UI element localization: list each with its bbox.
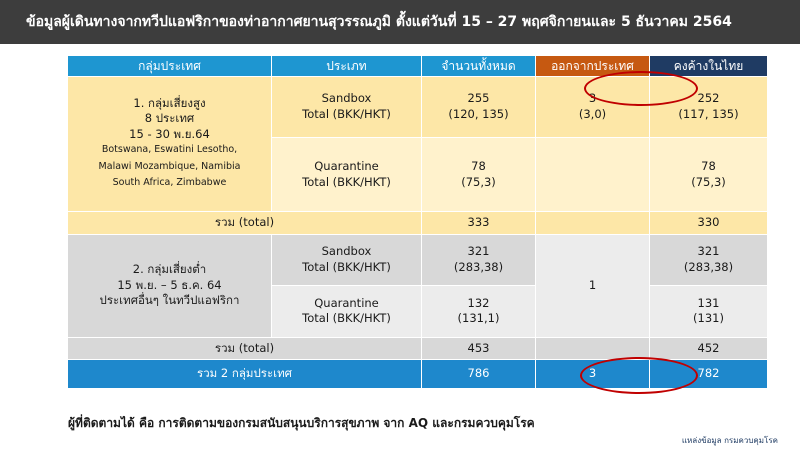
source-note: แหล่งข้อมูล กรมควบคุมโรค — [681, 436, 778, 445]
group2-quarantine-remain: 131 (131) — [649, 285, 768, 338]
header-type: ประเภท — [271, 55, 422, 77]
group2-sum-out — [535, 336, 650, 361]
header-total: จำนวนทั้งหมด — [421, 55, 536, 77]
grand-out: 3 — [535, 359, 650, 389]
group2-sandbox-type: Sandbox Total (BKK/HKT) — [271, 233, 422, 287]
group2-sandbox-remain: 321 (283,38) — [649, 233, 768, 287]
header-out: ออกจากประเทศ — [535, 55, 650, 77]
group1-quarantine-type: Quarantine Total (BKK/HKT) — [271, 137, 422, 213]
grand-label: รวม 2 กลุ่มประเทศ — [67, 359, 422, 389]
header-row: กลุ่มประเทศ ประเภท จำนวนทั้งหมด ออกจากปร… — [67, 55, 768, 77]
table-row: 2. กลุ่มเสี่ยงต่ำ 15 พ.ย. – 5 ธ.ค. 64 ปร… — [67, 233, 768, 338]
table-row: 1. กลุ่มเสี่ยงสูง 8 ประเทศ 15 - 30 พ.ย.6… — [67, 75, 768, 213]
group1-quarantine-total: 78 (75,3) — [421, 137, 536, 213]
table-row: รวม 2 กลุ่มประเทศ 786 3 782 — [67, 359, 768, 389]
group2-sum-remain: 452 — [649, 336, 768, 361]
grand-total: 786 — [421, 359, 536, 389]
group1-sum-out — [535, 211, 650, 235]
group1-sum-label: รวม (total) — [67, 211, 422, 235]
group1-sum-total: 333 — [421, 211, 536, 235]
group1-label: 1. กลุ่มเสี่ยงสูง 8 ประเทศ 15 - 30 พ.ย.6… — [67, 75, 272, 213]
group2-sum-label: รวม (total) — [67, 336, 422, 361]
group1-sandbox-out: 3 (3,0) — [535, 75, 650, 139]
travelers-table: กลุ่มประเทศ ประเภท จำนวนทั้งหมด ออกจากปร… — [67, 55, 768, 389]
group2-quarantine-type: Quarantine Total (BKK/HKT) — [271, 285, 422, 338]
table-row: รวม (total) 333 330 — [67, 211, 768, 235]
group1-sandbox-type: Sandbox Total (BKK/HKT) — [271, 75, 422, 139]
group2-sandbox-total: 321 (283,38) — [421, 233, 536, 287]
table-row: รวม (total) 453 452 — [67, 336, 768, 361]
group2-sum-total: 453 — [421, 336, 536, 361]
header-remain: คงค้างในไทย — [649, 55, 768, 77]
header-group: กลุ่มประเทศ — [67, 55, 272, 77]
group2-quarantine-total: 132 (131,1) — [421, 285, 536, 338]
grand-remain: 782 — [649, 359, 768, 389]
group1-sum-remain: 330 — [649, 211, 768, 235]
group1-sandbox-remain: 252 (117, 135) — [649, 75, 768, 139]
group1-quarantine-out — [535, 137, 650, 213]
group1-sandbox-total: 255 (120, 135) — [421, 75, 536, 139]
footnote: ผู้ที่ติดตามได้ คือ การติดตามของกรมสนับส… — [68, 416, 535, 430]
page-title: ข้อมูลผู้เดินทางจากทวีปแอฟริกาของท่าอากา… — [0, 0, 800, 44]
group1-quarantine-remain: 78 (75,3) — [649, 137, 768, 213]
group2-label: 2. กลุ่มเสี่ยงต่ำ 15 พ.ย. – 5 ธ.ค. 64 ปร… — [67, 233, 272, 338]
group2-out: 1 — [535, 233, 650, 338]
